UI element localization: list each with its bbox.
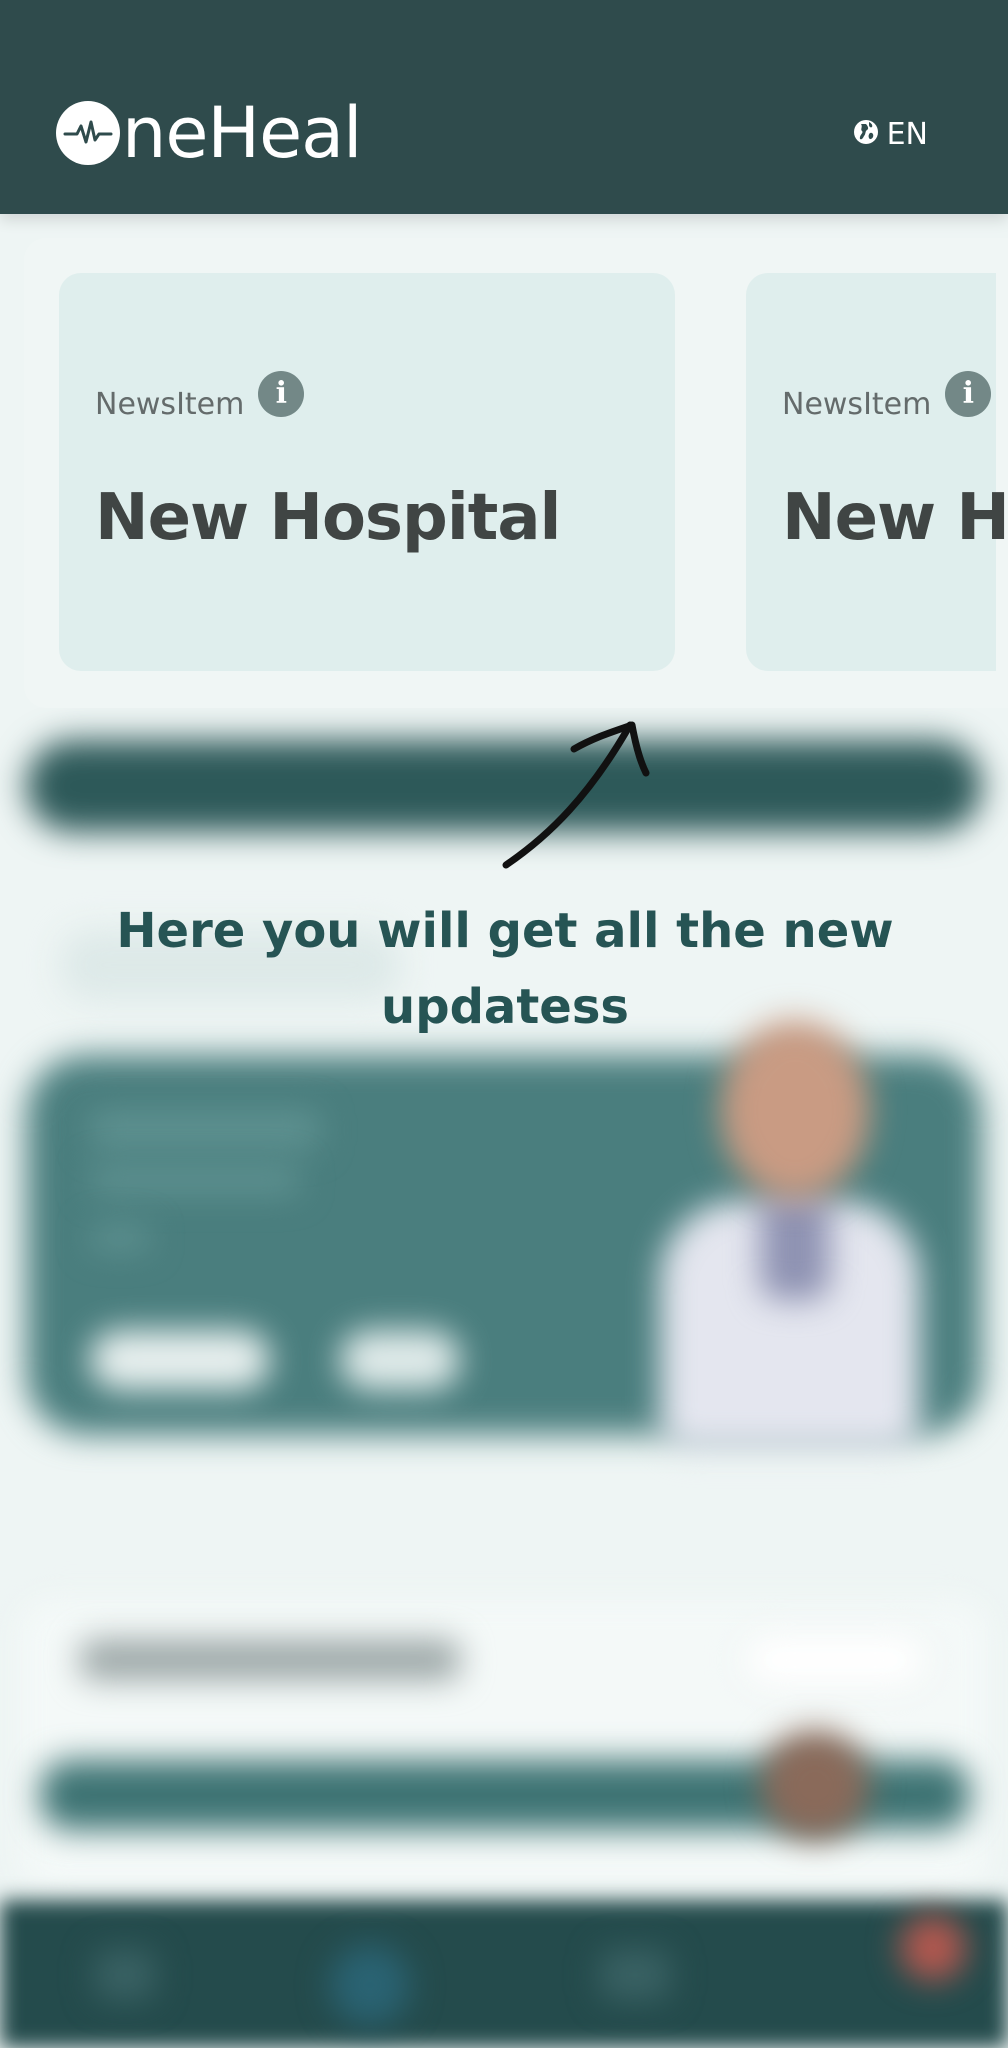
blurred-hero-line [90, 1110, 320, 1150]
arrow-up-right-icon [502, 721, 650, 869]
news-kicker: NewsItem [95, 387, 245, 422]
blurred-view-all-pill [740, 1630, 930, 1690]
blurred-doctor-image [760, 1190, 830, 1300]
tutorial-hint-text: Here you will get all the new updatess [116, 903, 894, 1035]
blurred-doctor-image [720, 1020, 870, 1200]
news-kicker-row: NewsItem i [95, 365, 305, 422]
info-icon[interactable]: i [945, 370, 992, 417]
news-kicker: NewsItem [782, 387, 932, 422]
blurred-nav-icon [95, 1950, 155, 2000]
heartbeat-icon [56, 101, 120, 165]
blurred-hero-button [340, 1330, 460, 1390]
app-header: neHeal EN [0, 0, 1008, 214]
language-label: EN [886, 116, 928, 152]
language-selector[interactable]: EN [853, 114, 928, 154]
logo-text: neHeal [122, 92, 362, 174]
blurred-hero-line [90, 1225, 150, 1251]
news-title: New Hospital [95, 481, 561, 555]
info-icon[interactable]: i [258, 370, 305, 417]
news-card[interactable]: NewsItem i New Hospital [746, 273, 1008, 671]
blurred-nav-badge [900, 1915, 966, 1981]
news-kicker-row: NewsItem i [782, 365, 992, 422]
news-carousel[interactable]: NewsItem i New Hospital NewsItem i New H… [24, 238, 1008, 708]
app-logo[interactable]: neHeal [56, 92, 362, 174]
blurred-nav-active [330, 1945, 410, 2025]
blurred-avatar [760, 1730, 870, 1840]
blurred-nav-icon [600, 1950, 670, 2000]
blurred-hero-line [90, 1165, 300, 1195]
blurred-appointments-title [80, 1640, 460, 1680]
news-title: New Hospital [782, 481, 1008, 555]
news-card[interactable]: NewsItem i New Hospital [59, 273, 675, 671]
blurred-hero-button [90, 1330, 270, 1390]
globe-icon [853, 119, 879, 149]
